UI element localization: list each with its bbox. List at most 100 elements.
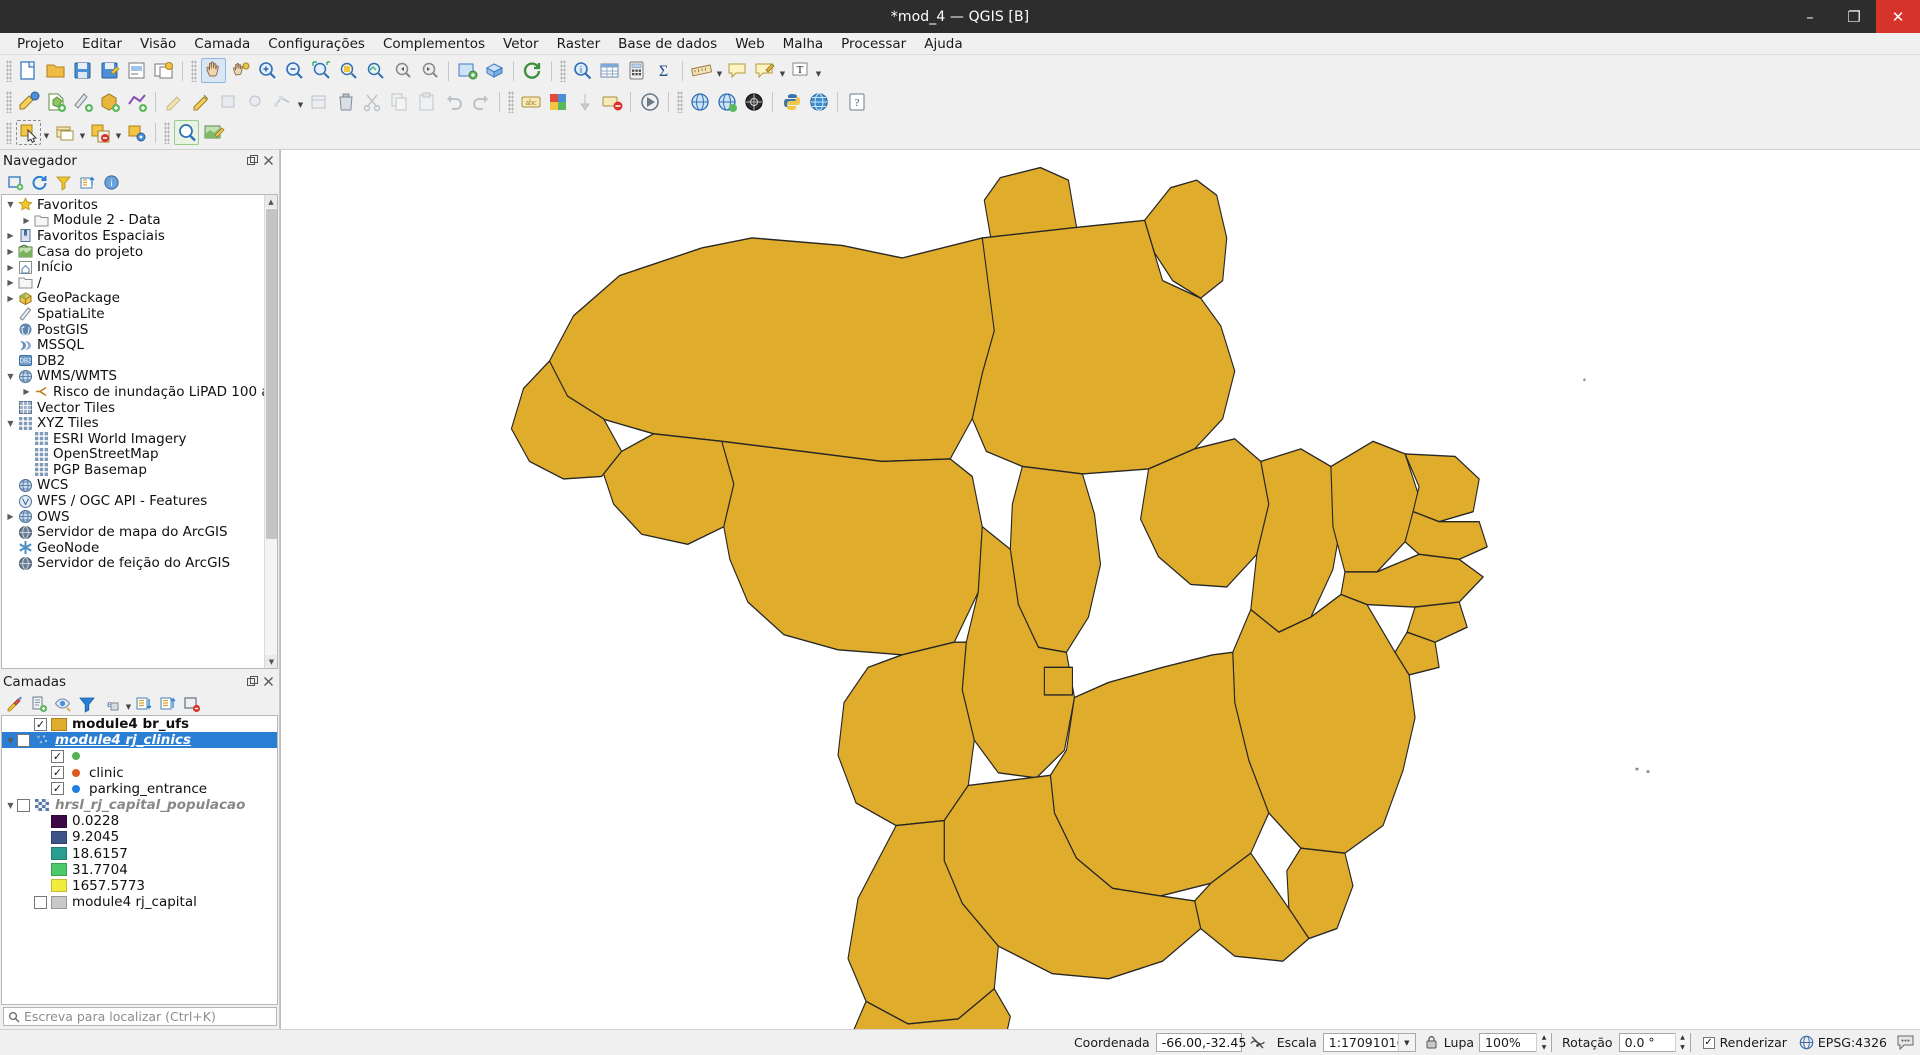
browser-item[interactable]: SpatiaLite (2, 306, 277, 322)
text-annotation-icon[interactable]: T (788, 58, 813, 83)
menu-item-vis-o[interactable]: Visão (131, 34, 185, 54)
browser-item[interactable]: GeoPackage (2, 290, 277, 306)
browser-item[interactable]: PGP Basemap (2, 462, 277, 478)
rotation-spinner[interactable]: 0.0 ° ▲ ▼ (1618, 1033, 1691, 1052)
step-down-icon[interactable]: ▼ (1537, 1043, 1551, 1053)
layer-visibility-checkbox[interactable] (34, 895, 47, 909)
expander-toggle[interactable] (4, 263, 17, 272)
expander-toggle[interactable] (20, 387, 33, 396)
filter-icon[interactable] (52, 172, 74, 193)
browser-item[interactable]: OpenStreetMap (2, 446, 277, 462)
browser-scrollbar[interactable]: ▲ ▼ (264, 195, 277, 668)
statistical-summary-icon[interactable]: Σ (651, 58, 676, 83)
render-checkbox[interactable]: ✓ (1702, 1036, 1715, 1049)
scroll-thumb[interactable] (266, 209, 277, 539)
magnifier-stepper[interactable]: ▲ ▼ (1536, 1033, 1552, 1053)
style-manager-toolbar-icon[interactable] (545, 89, 570, 114)
save-layer-edits-icon[interactable] (189, 89, 214, 114)
new-shapefile-layer-icon[interactable] (43, 89, 68, 114)
add-group-icon[interactable] (28, 693, 50, 714)
browser-item[interactable]: Vector Tiles (2, 400, 277, 416)
zoom-to-selection-icon[interactable] (336, 58, 361, 83)
browser-item[interactable]: / (2, 275, 277, 291)
browser-item[interactable]: WCS (2, 477, 277, 493)
browser-item[interactable]: ESRI World Imagery (2, 431, 277, 447)
toolbar-grip[interactable] (6, 90, 12, 113)
layer-tree-item[interactable]: module4 rj_capital (2, 894, 277, 910)
expander-toggle[interactable] (20, 216, 33, 225)
refresh-icon[interactable] (28, 172, 50, 193)
redo-icon[interactable] (468, 89, 493, 114)
add-layer-icon[interactable] (4, 172, 26, 193)
deselect-dropdown-caret[interactable]: ▼ (114, 122, 123, 144)
open-project-icon[interactable] (43, 58, 68, 83)
layers-close-icon[interactable] (262, 675, 275, 688)
menu-item-ajuda[interactable]: Ajuda (915, 34, 971, 54)
menu-item-projeto[interactable]: Projeto (8, 34, 73, 54)
menu-item-malha[interactable]: Malha (774, 34, 833, 54)
label-toolbar-icon[interactable]: abc (518, 89, 543, 114)
step-up-icon[interactable]: ▲ (1676, 1033, 1690, 1043)
filter-legend-icon[interactable] (76, 693, 98, 714)
scroll-down-arrow[interactable]: ▼ (265, 655, 277, 668)
expander-toggle[interactable] (4, 200, 17, 209)
select-dropdown-caret[interactable]: ▼ (42, 122, 51, 144)
browser-item[interactable]: OWS (2, 509, 277, 525)
zoom-last-icon[interactable] (390, 58, 415, 83)
new-map-note-icon[interactable] (752, 58, 777, 83)
expander-toggle[interactable] (4, 372, 17, 381)
field-calculator-icon[interactable] (624, 58, 649, 83)
new-memory-layer-icon[interactable] (124, 89, 149, 114)
select-expr-dropdown-caret[interactable]: ▼ (78, 122, 87, 144)
plugins-manager-icon[interactable] (806, 89, 831, 114)
note-dropdown-caret[interactable]: ▼ (778, 60, 787, 82)
lock-icon[interactable] (1425, 1035, 1438, 1050)
layer-tree-item[interactable]: ✓ (2, 748, 277, 764)
chevron-down-icon[interactable]: ▼ (1397, 1034, 1415, 1051)
add-feature-icon[interactable] (216, 89, 241, 114)
select-features-icon[interactable] (16, 120, 41, 145)
save-project-icon[interactable] (70, 58, 95, 83)
expander-toggle[interactable] (4, 247, 17, 256)
menu-item-web[interactable]: Web (726, 34, 773, 54)
toolbar-grip[interactable] (560, 59, 566, 82)
layers-float-icon[interactable] (246, 675, 259, 688)
toolbar-grip[interactable] (677, 90, 683, 113)
browser-item[interactable]: MSSQL (2, 337, 277, 353)
add-raster-layer-icon[interactable] (741, 89, 766, 114)
toolbar-grip[interactable] (508, 90, 514, 113)
browser-float-icon[interactable] (246, 154, 259, 167)
browser-item[interactable]: XYZ Tiles (2, 415, 277, 431)
expander-toggle[interactable] (4, 419, 17, 428)
current-edits-icon[interactable] (16, 89, 41, 114)
scale-combo[interactable]: 1:17091016 ▼ (1322, 1033, 1416, 1052)
browser-item[interactable]: PostGIS (2, 322, 277, 338)
new-print-layout-icon[interactable] (124, 58, 149, 83)
close-button[interactable]: ✕ (1876, 0, 1920, 33)
undo-icon[interactable] (441, 89, 466, 114)
identify-features-icon[interactable]: i (570, 58, 595, 83)
browser-item[interactable]: GeoNode (2, 540, 277, 556)
map-canvas[interactable] (280, 150, 1920, 1029)
toolbar-grip[interactable] (164, 121, 170, 144)
expander-toggle[interactable] (4, 512, 17, 521)
layer-visibility-checkbox[interactable]: ✓ (51, 782, 64, 796)
menu-item-configura-es[interactable]: Configurações (259, 34, 374, 54)
magnifier-spinner[interactable]: 100% ▲ ▼ (1479, 1033, 1553, 1053)
expression-filter-icon[interactable]: ε (100, 693, 122, 714)
layer-visibility-checkbox[interactable] (17, 798, 30, 812)
data-source-manager-icon[interactable] (687, 89, 712, 114)
select-by-expression-icon[interactable] (52, 120, 77, 145)
vertex-dropdown-caret[interactable]: ▼ (296, 91, 305, 113)
vertex-tool-icon[interactable] (270, 89, 295, 114)
run-model-icon[interactable] (637, 89, 662, 114)
pan-to-selection-icon[interactable] (228, 58, 253, 83)
style-manager-icon[interactable] (4, 693, 26, 714)
menu-item-base-de-dados[interactable]: Base de dados (609, 34, 726, 54)
layer-visibility-checkbox[interactable]: ✓ (51, 749, 64, 763)
menu-item-raster[interactable]: Raster (548, 34, 610, 54)
locator-input[interactable]: Escreva para localizar (Ctrl+K) (3, 1007, 277, 1026)
measure-line-icon[interactable] (689, 58, 714, 83)
coordinate-input[interactable]: -66.00,-32.45 (1155, 1033, 1246, 1052)
rotation-stepper[interactable]: ▲ ▼ (1674, 1033, 1690, 1052)
